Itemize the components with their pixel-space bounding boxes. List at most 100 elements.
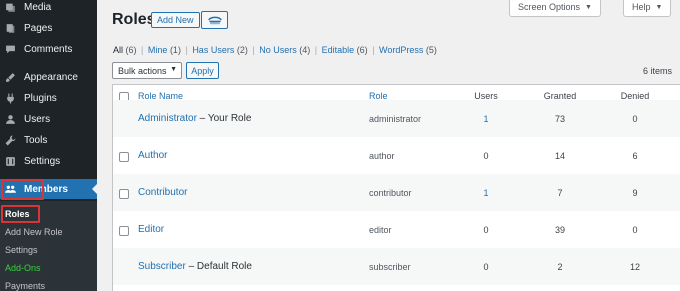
- role-name-link[interactable]: Author: [138, 150, 167, 161]
- role-name-cell: Author: [138, 150, 167, 161]
- denied-count: 12: [629, 262, 640, 272]
- filter-count: (6): [356, 45, 368, 55]
- page-title: Roles: [112, 11, 156, 28]
- role-slug: administrator: [369, 114, 422, 124]
- pages-icon: [5, 23, 16, 34]
- menu-label: Pages: [24, 22, 53, 34]
- denied-count: 0: [632, 114, 638, 124]
- filter-count: (2): [236, 45, 248, 55]
- caret-down-icon: ▼: [655, 3, 663, 11]
- filter-editable[interactable]: Editable: [322, 45, 355, 55]
- table-row: Editor editor 0 39 0: [113, 211, 680, 248]
- role-slug: author: [369, 151, 395, 161]
- filter-separator: |: [185, 45, 188, 55]
- menu-item-settings[interactable]: Settings: [0, 151, 97, 171]
- denied-count: 0: [632, 225, 638, 235]
- row-checkbox[interactable]: [119, 226, 129, 236]
- media-icon: [5, 2, 16, 13]
- tools-icon: [5, 135, 16, 146]
- row-checkbox[interactable]: [119, 189, 129, 199]
- menu-item-media[interactable]: Media: [0, 0, 97, 17]
- help-label: Help: [632, 2, 651, 12]
- admin-sidebar: Media Pages Comments Appearance Plugins …: [0, 0, 97, 291]
- filter-separator: |: [141, 45, 144, 55]
- filter-separator: |: [314, 45, 318, 55]
- role-name-cell: Administrator – Your Role: [138, 113, 251, 124]
- denied-count: 9: [632, 188, 638, 198]
- role-name-link[interactable]: Contributor: [138, 187, 187, 198]
- filter-count: (4): [299, 45, 311, 55]
- role-slug: editor: [369, 225, 392, 235]
- role-name-cell: Subscriber – Default Role: [138, 261, 252, 272]
- screen-options-button[interactable]: Screen Options ▼: [509, 0, 601, 17]
- menu-item-plugins[interactable]: Plugins: [0, 88, 97, 108]
- submenu-payments[interactable]: Payments: [5, 281, 45, 291]
- role-filters: All (6) | Mine (1) | Has Users (2) | No …: [113, 45, 437, 55]
- menu-label: Settings: [24, 155, 61, 167]
- bulk-actions-select[interactable]: Bulk actions ▼: [112, 62, 182, 79]
- menu-item-pages[interactable]: Pages: [0, 18, 97, 38]
- role-name-cell: Contributor: [138, 187, 187, 198]
- roles-table: Role Name Role Users Granted Denied Admi…: [112, 84, 680, 291]
- role-slug: contributor: [369, 188, 412, 198]
- filter-all[interactable]: All: [113, 45, 123, 55]
- menu-label: Tools: [24, 134, 48, 146]
- filter-count: (5): [425, 45, 437, 55]
- bulk-actions-label: Bulk actions: [118, 65, 167, 76]
- comments-icon: [5, 44, 16, 55]
- menu-item-comments[interactable]: Comments: [0, 39, 97, 59]
- granted-count: 2: [557, 262, 563, 272]
- users-count: 0: [483, 262, 489, 272]
- menu-label: Appearance: [24, 71, 78, 83]
- table-row: Author author 0 14 6: [113, 137, 680, 174]
- menu-item-users[interactable]: Users: [0, 109, 97, 129]
- menu-label: Plugins: [24, 92, 57, 104]
- granted-count: 39: [554, 225, 565, 235]
- filter-wordpress[interactable]: WordPress: [379, 45, 423, 55]
- menu-item-tools[interactable]: Tools: [0, 130, 97, 150]
- table-row: Contributor contributor 1 7 9: [113, 174, 680, 211]
- granted-count: 7: [557, 188, 563, 198]
- filter-mine[interactable]: Mine: [148, 45, 168, 55]
- users-count-link[interactable]: 1: [466, 114, 506, 124]
- role-slug: subscriber: [369, 262, 411, 272]
- roles-highlight-box: [1, 205, 40, 223]
- users-count-link[interactable]: 1: [466, 188, 506, 198]
- role-name-cell: Editor: [138, 224, 164, 235]
- settings-icon: [5, 156, 16, 167]
- help-button[interactable]: Help ▼: [623, 0, 672, 17]
- apply-button[interactable]: Apply: [186, 62, 219, 79]
- items-count: 6 items: [642, 66, 672, 76]
- submenu-settings[interactable]: Settings: [5, 245, 38, 255]
- granted-count: 14: [554, 151, 565, 161]
- menu-item-appearance[interactable]: Appearance: [0, 67, 97, 87]
- filter-count: (1): [169, 45, 181, 55]
- denied-count: 6: [632, 151, 638, 161]
- view-toggle-button[interactable]: [201, 11, 228, 29]
- eye-icon: [207, 16, 222, 25]
- menu-label: Users: [24, 113, 51, 125]
- users-count: 0: [483, 151, 489, 161]
- granted-count: 73: [554, 114, 565, 124]
- users-icon: [5, 114, 16, 125]
- filter-has-users[interactable]: Has Users: [192, 45, 234, 55]
- menu-label: Media: [24, 1, 52, 13]
- add-new-button[interactable]: Add New: [151, 12, 200, 28]
- role-name-link[interactable]: Editor: [138, 224, 164, 235]
- chevron-down-icon: ▼: [170, 66, 177, 73]
- caret-down-icon: ▼: [585, 3, 592, 11]
- submenu-add-ons[interactable]: Add-Ons: [5, 263, 41, 273]
- role-name-link[interactable]: Subscriber: [138, 261, 186, 272]
- filter-separator: |: [252, 45, 255, 55]
- table-row: Subscriber – Default Role subscriber 0 2…: [113, 248, 680, 285]
- screen-options-label: Screen Options: [518, 2, 581, 12]
- filter-no-users[interactable]: No Users: [259, 45, 297, 55]
- appearance-icon: [5, 72, 16, 83]
- submenu-add-new-role[interactable]: Add New Role: [5, 227, 63, 237]
- row-checkbox[interactable]: [119, 152, 129, 162]
- table-row: Administrator – Your Role administrator …: [113, 100, 680, 137]
- menu-label: Comments: [24, 43, 73, 55]
- role-name-link[interactable]: Administrator: [138, 113, 197, 124]
- users-count: 0: [483, 225, 489, 235]
- plugins-icon: [5, 93, 16, 104]
